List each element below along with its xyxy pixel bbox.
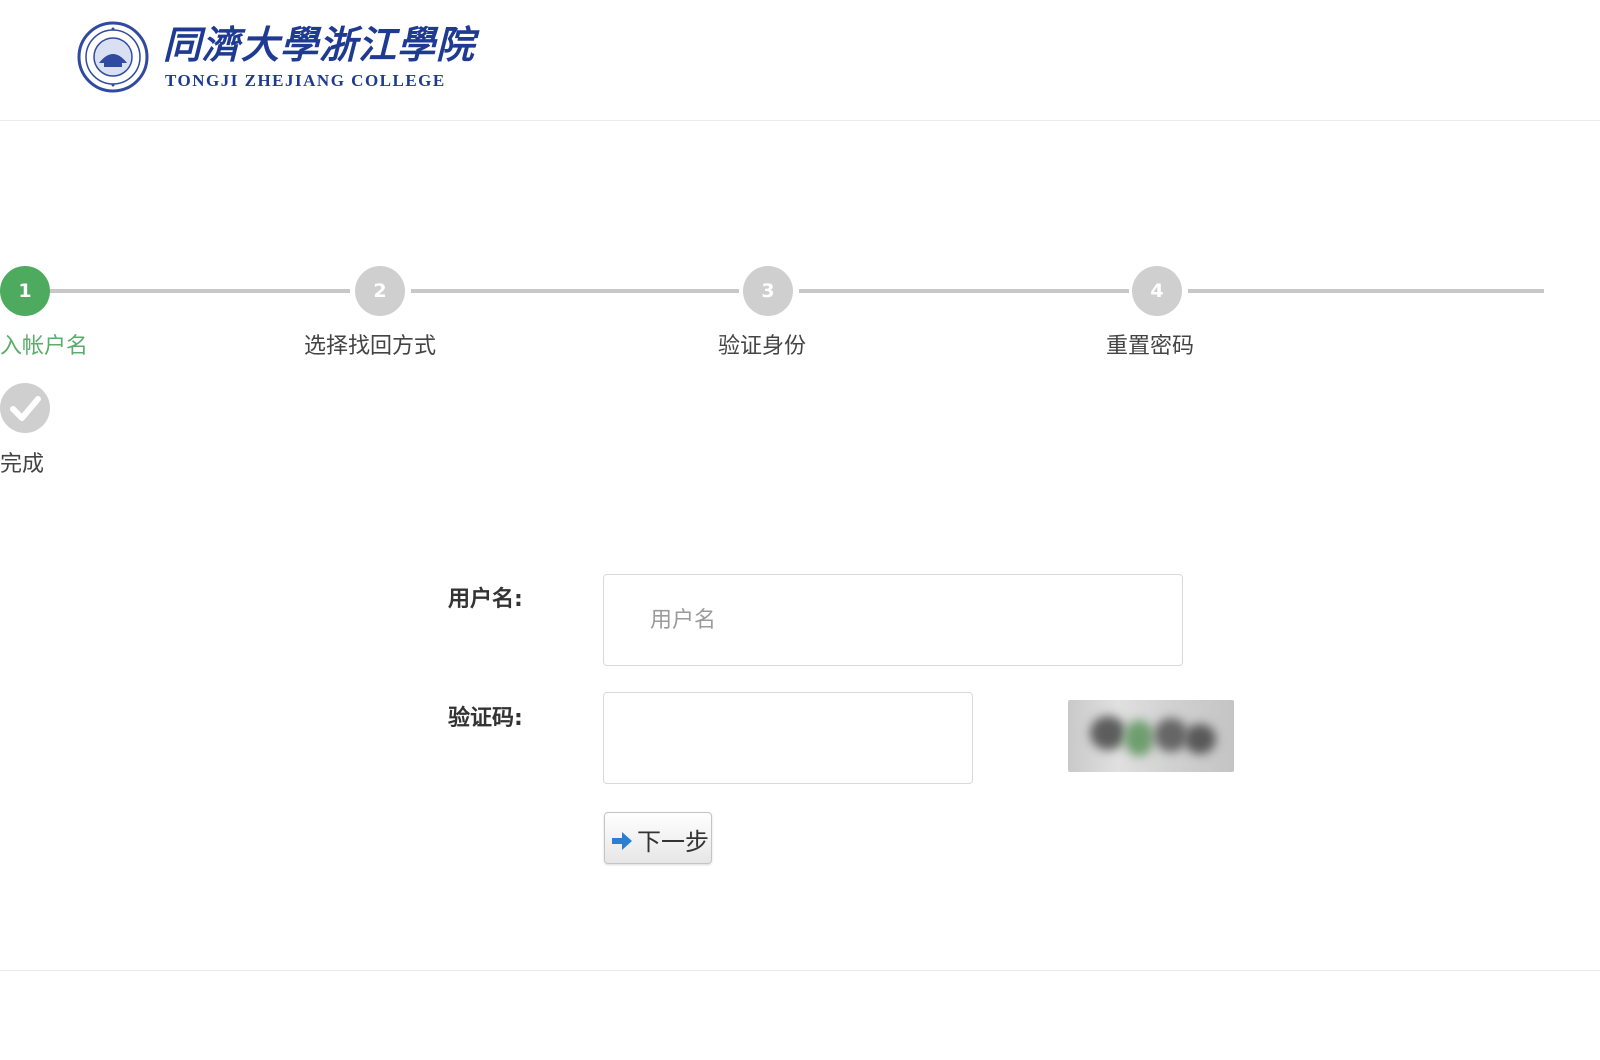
captcha-image[interactable] [1068,700,1234,772]
step-4-circle: 4 [1132,266,1182,316]
step-connector [411,289,739,293]
footer-divider [0,970,1600,971]
step-4-label: 重置密码 [1106,334,1195,359]
username-label: 用户名: [448,587,523,612]
step-2-circle: 2 [355,266,405,316]
college-name-cn: 同濟大學浙江學院 [163,22,476,67]
step-3-circle: 3 [743,266,793,316]
college-name-en: TONGJI ZHEJIANG COLLEGE [165,71,446,90]
step-5-label: 完成 [0,452,45,477]
captcha-input[interactable] [603,692,973,784]
next-step-button[interactable]: 下一步 [604,812,712,864]
next-step-label: 下一步 [637,829,709,856]
step-connector [1188,289,1544,293]
step-connector [50,289,350,293]
step-1-label: 输入帐户名 [0,334,89,359]
username-input[interactable] [603,574,1183,666]
progress-steps: 1 2 3 4 输入帐户名 选择找回方式 验证身份 重置密码 完成 [0,250,1600,490]
check-icon [0,383,50,433]
arrow-right-icon [612,832,632,850]
college-seal-icon [77,21,149,93]
captcha-label: 验证码: [448,706,523,731]
step-2-label: 选择找回方式 [304,334,437,359]
header: 同濟大學浙江學院 TONGJI ZHEJIANG COLLEGE [0,0,1600,121]
step-connector [799,289,1129,293]
step-3-label: 验证身份 [718,334,807,359]
step-1-circle: 1 [0,266,50,316]
